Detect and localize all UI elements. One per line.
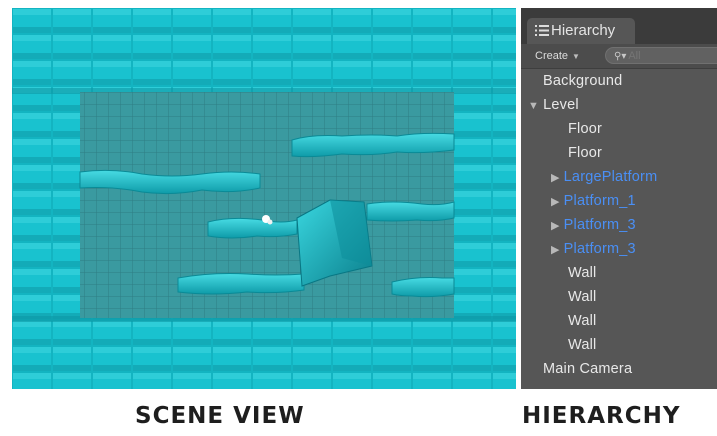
bottom-floor bbox=[12, 318, 516, 389]
foldout-collapsed-icon[interactable]: ▶ bbox=[551, 196, 560, 208]
tree-item-platform-1[interactable]: ▶ Platform_1 bbox=[551, 190, 636, 212]
tree-item-floor[interactable]: Floor bbox=[568, 142, 602, 164]
tree-item-label: Floor bbox=[568, 145, 603, 161]
search-icon: ⚲▾ bbox=[614, 51, 627, 62]
tree-item-main-camera[interactable]: Main Camera bbox=[543, 358, 632, 380]
top-wall bbox=[12, 8, 516, 92]
tree-item-label: Wall bbox=[568, 313, 597, 329]
scene-view-caption: SCENE VIEW bbox=[135, 403, 305, 429]
scene-canvas[interactable] bbox=[12, 8, 516, 389]
tree-item-label: Background bbox=[543, 73, 623, 89]
tree-item-wall[interactable]: Wall bbox=[568, 310, 596, 332]
platform-bottom[interactable] bbox=[177, 273, 305, 295]
create-button[interactable]: Create ▼ bbox=[535, 48, 580, 64]
search-input[interactable] bbox=[628, 50, 709, 62]
tree-item-label: Platform_3 bbox=[563, 217, 636, 233]
hierarchy-caption: HIERARCHY bbox=[522, 403, 681, 429]
tab-label: Hierarchy bbox=[551, 22, 616, 39]
platform-middle-right[interactable] bbox=[366, 201, 455, 222]
hierarchy-panel: Hierarchy Create▼ ⚲▾ Background ▼Level F… bbox=[521, 8, 717, 389]
tab-bar: Hierarchy bbox=[521, 8, 717, 44]
tab-hierarchy[interactable]: Hierarchy bbox=[527, 18, 635, 44]
tree-item-label: Wall bbox=[568, 337, 597, 353]
tree-item-largeplatform[interactable]: ▶ LargePlatform bbox=[551, 166, 657, 188]
platform-bottom-right[interactable] bbox=[391, 277, 455, 298]
tree-item-platform-3[interactable]: ▶ Platform_3 bbox=[551, 238, 636, 260]
tree-item-level[interactable]: ▼ Level bbox=[528, 94, 579, 116]
foldout-collapsed-icon[interactable]: ▶ bbox=[551, 244, 560, 256]
foldout-collapsed-icon[interactable]: ▶ bbox=[551, 172, 560, 184]
tree-item-label: Main Camera bbox=[543, 361, 633, 377]
tree-item-wall[interactable]: Wall bbox=[568, 262, 596, 284]
tree-item-label: Wall bbox=[568, 289, 597, 305]
left-wall bbox=[12, 92, 80, 318]
create-label: Create bbox=[535, 50, 569, 62]
tree-item-platform-3[interactable]: ▶ Platform_3 bbox=[551, 214, 636, 236]
tree-item-label: Platform_3 bbox=[563, 241, 636, 257]
tree-item-floor[interactable]: Floor bbox=[568, 118, 602, 140]
search-field[interactable]: ⚲▾ bbox=[605, 47, 717, 64]
tree-item-background[interactable]: Background bbox=[543, 70, 622, 92]
tree-item-label: Wall bbox=[568, 265, 597, 281]
foldout-collapsed-icon[interactable]: ▶ bbox=[551, 220, 560, 232]
foldout-expanded-icon[interactable]: ▼ bbox=[528, 100, 539, 112]
tree-item-label: LargePlatform bbox=[563, 169, 658, 185]
dropdown-arrow-icon: ▼ bbox=[572, 52, 580, 61]
hierarchy-toolbar: Create ▼ ⚲▾ bbox=[521, 44, 717, 69]
right-wall bbox=[454, 92, 516, 318]
list-icon bbox=[535, 25, 549, 36]
scene-view[interactable] bbox=[12, 8, 516, 389]
tree-item-wall[interactable]: Wall bbox=[568, 286, 596, 308]
tree-item-wall[interactable]: Wall bbox=[568, 334, 596, 356]
tree-item-label: Platform_1 bbox=[563, 193, 636, 209]
tree-item-label: Level bbox=[543, 97, 579, 113]
tree-item-label: Floor bbox=[568, 121, 603, 137]
